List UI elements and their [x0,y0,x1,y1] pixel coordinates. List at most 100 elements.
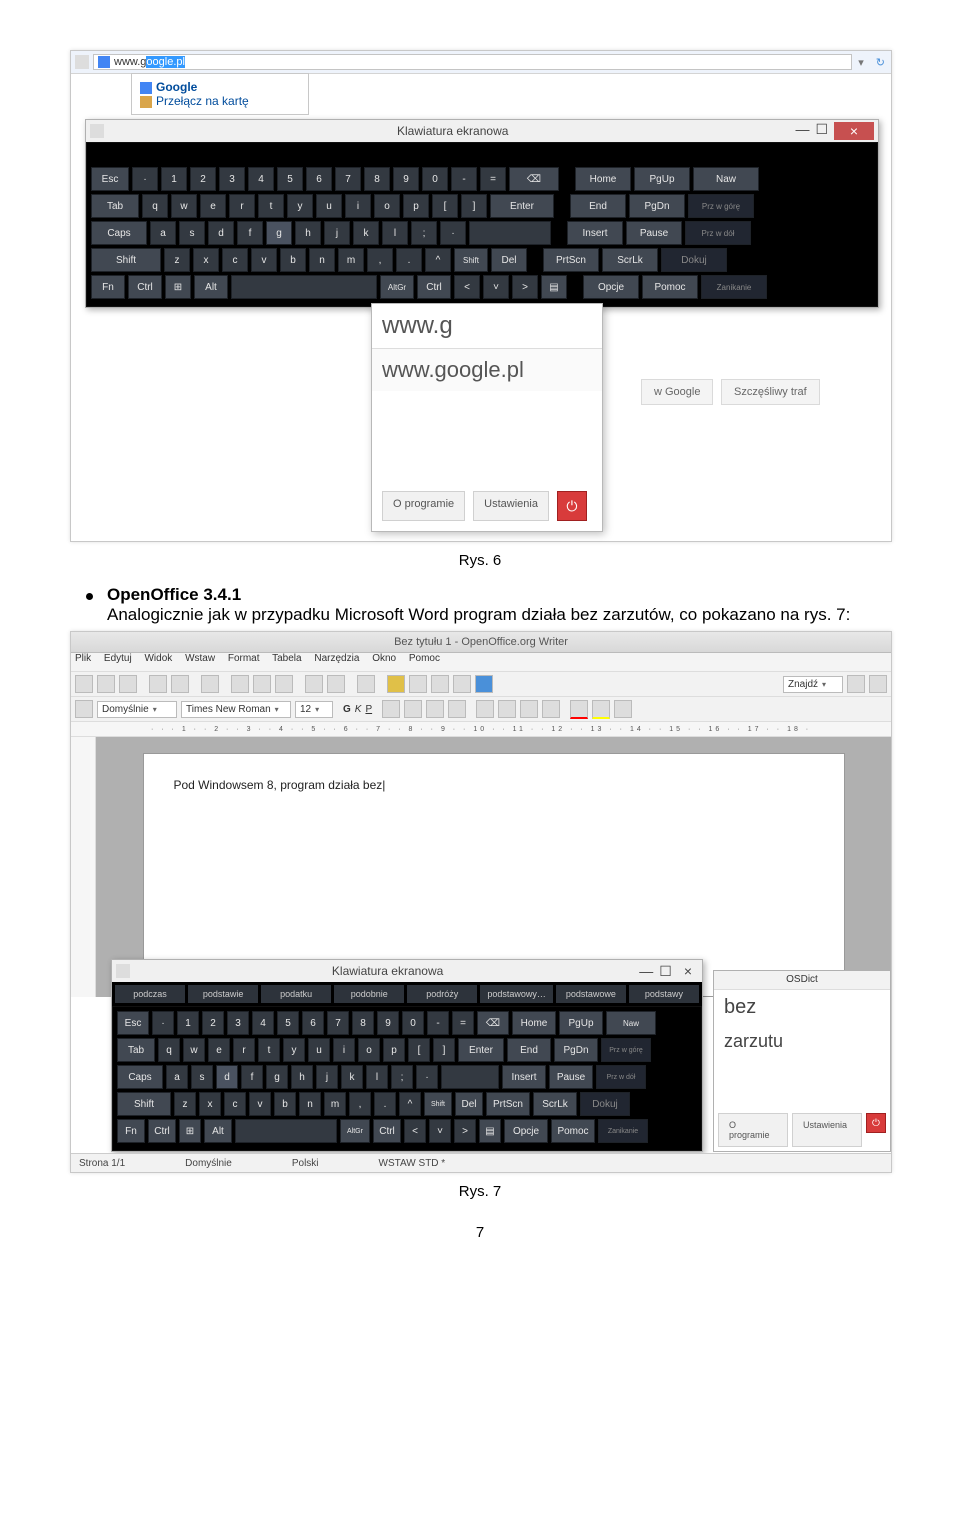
save-icon[interactable] [119,675,137,693]
menu-format[interactable]: Format [228,653,260,664]
indent-dec-icon[interactable] [520,700,538,718]
close-button[interactable]: × [834,122,874,140]
align-justify-icon[interactable] [448,700,466,718]
maximize-button[interactable]: ☐ [815,122,828,140]
list-bul-icon[interactable] [498,700,516,718]
fontcolor-icon[interactable] [570,700,588,719]
figure-7-screenshot: Bez tytułu 1 - OpenOffice.org Writer Pli… [70,631,892,1173]
keyboard-window-title: Klawiatura ekranowa [136,964,639,978]
osdict-window: OSDict bez zarzutu O programie Ustawieni… [713,970,891,1152]
menu-window[interactable]: Okno [372,653,396,664]
search-suggestion[interactable]: www.google.pl [372,349,602,391]
openoffice-window-title: Bez tytułu 1 - OpenOffice.org Writer [71,632,891,653]
table-icon[interactable] [357,675,375,693]
highlight-icon[interactable] [592,700,610,719]
menu-file[interactable]: Plik [75,653,91,664]
url-suggestions: Google Przełącz na kartę [131,73,309,115]
dict-word-2[interactable]: zarzutu [714,1025,890,1058]
keyboard-app-icon [116,964,130,978]
key-windows-icon[interactable]: ⊞ [165,275,191,299]
paste-icon[interactable] [275,675,293,693]
find-next-icon[interactable] [847,675,865,693]
find-icon[interactable] [387,675,405,693]
settings-button[interactable]: Ustawienia [792,1113,862,1147]
favicon-icon [98,56,110,68]
zoom-icon[interactable] [453,675,471,693]
menu-tools[interactable]: Narzędzia [314,653,359,664]
help-icon[interactable] [475,675,493,693]
key-space[interactable] [231,275,377,299]
status-lang: Polski [292,1158,319,1169]
back-icon [75,55,89,69]
italic-button[interactable]: K [355,704,362,715]
font-selector[interactable]: Times New Roman [181,701,291,718]
toolbar-standard: Znajdź [71,672,891,697]
lucky-button[interactable]: Szczęśliwy traf [721,379,820,405]
search-popup: www.g www.google.pl O programie Ustawien… [371,303,603,532]
find-toolbar[interactable]: Znajdź [783,676,843,693]
redo-icon[interactable] [327,675,345,693]
menu-edit[interactable]: Edytuj [104,653,132,664]
vertical-ruler [71,737,96,997]
onscreen-keyboard-window-2: Klawiatura ekranowa — ☐ × podczas podsta… [111,959,703,1152]
keyboard-window-title: Klawiatura ekranowa [110,124,795,138]
undo-icon[interactable] [305,675,323,693]
style-selector[interactable]: Domyślnie [97,701,177,718]
onscreen-keyboard-window: Klawiatura ekranowa — ☐ × Esc · 1 2 3 4 … [85,119,879,308]
settings-button[interactable]: Ustawienia [473,491,549,521]
bgcolor-icon[interactable] [614,700,632,718]
close-button[interactable]: × [678,964,698,978]
dict-word-1[interactable]: bez [714,990,890,1025]
menubar: Plik Edytuj Widok Wstaw Format Tabela Na… [71,653,891,672]
bullet-text: Analogicznie jak w przypadku Microsoft W… [107,605,850,624]
power-button[interactable]: ⏻ [557,491,587,521]
new-doc-icon[interactable] [75,675,93,693]
figure-7-caption: Rys. 7 [70,1183,890,1200]
spellcheck-icon[interactable] [201,675,219,693]
minimize-button[interactable]: — [639,964,653,978]
key-backspace[interactable]: ⌫ [509,167,559,191]
print-icon[interactable] [149,675,167,693]
cut-icon[interactable] [231,675,249,693]
open-icon[interactable] [97,675,115,693]
statusbar: Strona 1/1 Domyślnie Polski WSTAW STD * [71,1153,891,1172]
minimize-button[interactable]: — [795,122,809,140]
fontsize-selector[interactable]: 12 [295,701,333,718]
search-input[interactable]: www.g [372,304,602,349]
document-text: Pod Windowsem 8, program działa bez| [174,778,386,792]
copy-icon[interactable] [253,675,271,693]
preview-icon[interactable] [171,675,189,693]
indent-inc-icon[interactable] [542,700,560,718]
list-num-icon[interactable] [476,700,494,718]
bullet-title: OpenOffice 3.4.1 [107,585,241,604]
word-suggestions-row: podczas podstawie podatku podobnie podró… [112,982,702,1006]
menu-table[interactable]: Tabela [272,653,301,664]
about-button[interactable]: O programie [718,1113,788,1147]
maximize-button[interactable]: ☐ [659,964,672,978]
dropdown-icon: ▾ [852,56,870,69]
page-number: 7 [70,1224,890,1241]
align-left-icon[interactable] [382,700,400,718]
gallery-icon[interactable] [431,675,449,693]
power-button[interactable]: ⏻ [866,1113,886,1133]
align-center-icon[interactable] [404,700,422,718]
browser-urlbar: www.google.pl ▾ ↻ [71,51,891,74]
underline-button[interactable]: P [365,704,372,715]
status-mode: WSTAW STD * [379,1158,446,1169]
menu-help[interactable]: Pomoc [409,653,440,664]
navigator-icon[interactable] [409,675,427,693]
key-space[interactable] [235,1119,337,1143]
align-right-icon[interactable] [426,700,444,718]
status-page: Strona 1/1 [79,1158,125,1169]
styles-icon[interactable] [75,700,93,718]
find-prev-icon[interactable] [869,675,887,693]
key-esc[interactable]: Esc [91,167,129,191]
bold-button[interactable]: G [343,704,351,715]
menu-insert[interactable]: Wstaw [185,653,215,664]
keyboard-app-icon [90,124,104,138]
key-menu-icon[interactable]: ▤ [541,275,567,299]
menu-view[interactable]: Widok [144,653,172,664]
about-button[interactable]: O programie [382,491,465,521]
bullet-dot-icon [86,593,93,600]
google-search-button[interactable]: w Google [641,379,713,405]
